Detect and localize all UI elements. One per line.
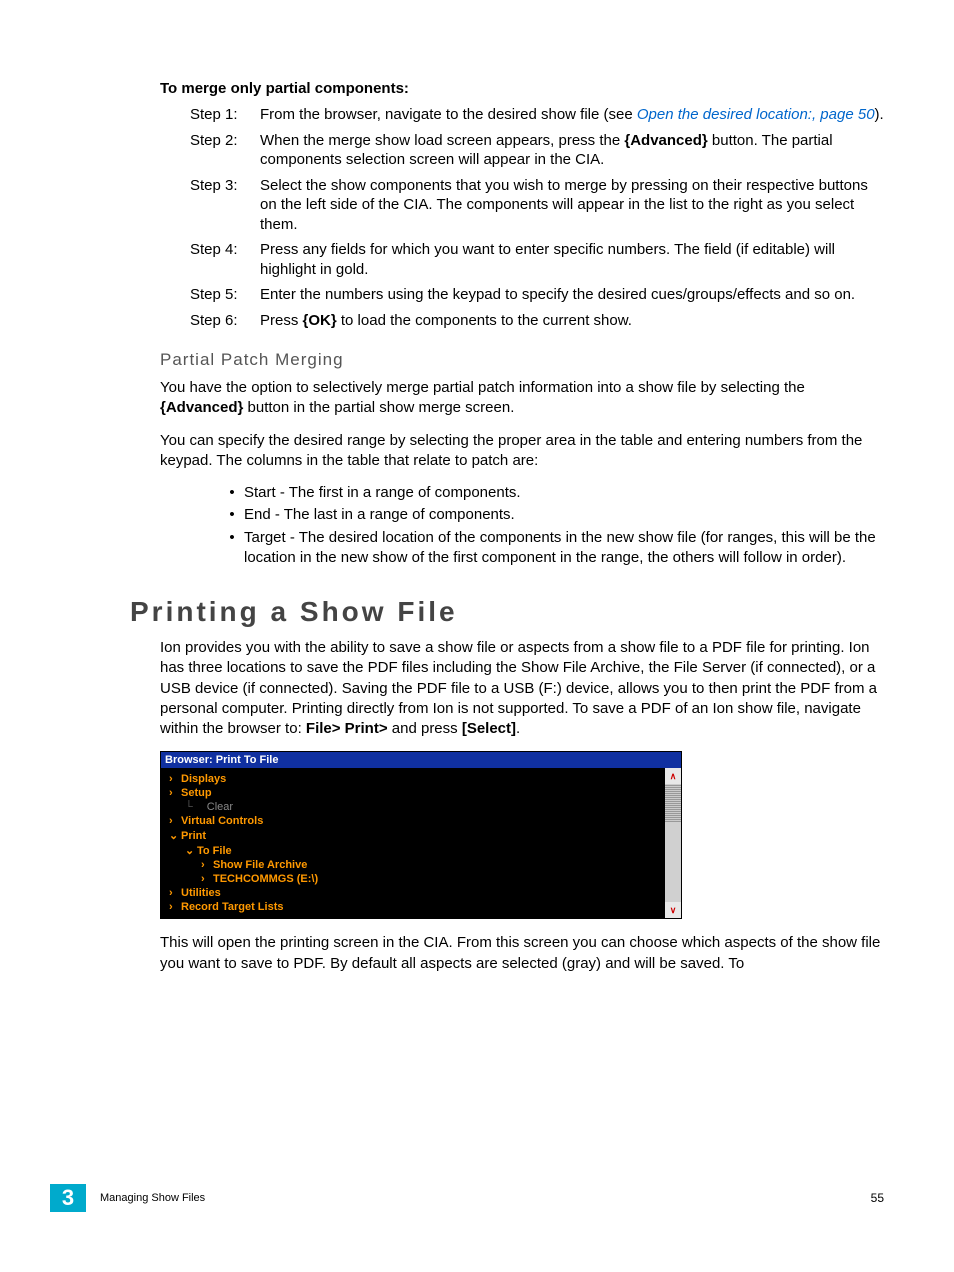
- footer-chapter-title: Managing Show Files: [100, 1192, 871, 1204]
- chevron-right-icon: ›: [169, 901, 179, 913]
- step-text-post: ).: [875, 106, 884, 123]
- tree-item-label: TECHCOMMGS (E:\): [213, 873, 318, 885]
- paragraph: This will open the printing screen in th…: [160, 933, 884, 974]
- tree-item-label: Setup: [181, 787, 212, 799]
- step-row: Step 6: Press {OK} to load the component…: [190, 311, 884, 331]
- tree-item-label: Virtual Controls: [181, 815, 263, 827]
- browser-title: Browser: Print To File: [161, 752, 681, 768]
- tree-item-label: Print: [181, 830, 206, 842]
- list-item: • End - The last in a range of component…: [220, 505, 884, 525]
- step-text-pre: Press: [260, 312, 303, 329]
- bullet-text: Start - The first in a range of componen…: [244, 483, 884, 503]
- step-text-pre: From the browser, navigate to the desire…: [260, 106, 637, 123]
- tree-item-label: Displays: [181, 773, 226, 785]
- step-label: Step 4:: [190, 240, 260, 279]
- step-text: From the browser, navigate to the desire…: [260, 105, 884, 125]
- tree-item-label: Show File Archive: [213, 859, 307, 871]
- step-label: Step 6:: [190, 311, 260, 331]
- bullet-list: • Start - The first in a range of compon…: [220, 483, 884, 568]
- step-row: Step 5: Enter the numbers using the keyp…: [190, 285, 884, 305]
- scroll-thumb[interactable]: [665, 784, 681, 822]
- tree-item-label: To File: [197, 845, 232, 857]
- step-text: When the merge show load screen appears,…: [260, 131, 884, 170]
- step-label: Step 2:: [190, 131, 260, 170]
- bullet-text: Target - The desired location of the com…: [244, 528, 884, 569]
- chevron-down-icon: ⌄: [169, 829, 179, 842]
- bullet-icon: •: [220, 528, 244, 569]
- tree-item-label: Utilities: [181, 887, 221, 899]
- step-row: Step 1: From the browser, navigate to th…: [190, 105, 884, 125]
- step-text: Press {OK} to load the components to the…: [260, 311, 884, 331]
- para-text: .: [516, 720, 520, 737]
- step-text: Press any fields for which you want to e…: [260, 240, 884, 279]
- list-item: • Target - The desired location of the c…: [220, 528, 884, 569]
- step-text-bold: {OK}: [303, 312, 337, 329]
- para-text: and press: [388, 720, 462, 737]
- chevron-right-icon: ›: [169, 773, 179, 785]
- tree-item[interactable]: ›Show File Archive: [165, 858, 665, 872]
- bullet-icon: •: [220, 483, 244, 503]
- chevron-right-icon: ›: [169, 787, 179, 799]
- paragraph: You can specify the desired range by sel…: [160, 431, 884, 472]
- tree-item[interactable]: ⌄Print: [165, 828, 665, 843]
- paragraph: You have the option to selectively merge…: [160, 378, 884, 419]
- page-footer: 3 Managing Show Files 55: [50, 1184, 884, 1212]
- scrollbar[interactable]: ∧ ∨: [665, 768, 681, 918]
- partial-patch-heading: Partial Patch Merging: [160, 350, 884, 370]
- chevron-right-icon: ›: [201, 873, 211, 885]
- tree-item[interactable]: ›Setup: [165, 786, 665, 800]
- chevron-down-icon: ⌄: [185, 844, 195, 857]
- step-label: Step 1:: [190, 105, 260, 125]
- tree-item[interactable]: ⌄To File: [165, 843, 665, 858]
- tree-item[interactable]: ›Utilities: [165, 886, 665, 900]
- step-text-post: to load the components to the current sh…: [337, 312, 632, 329]
- cross-reference-link[interactable]: Open the desired location:, page 50: [637, 106, 875, 123]
- list-item: • Start - The first in a range of compon…: [220, 483, 884, 503]
- step-row: Step 3: Select the show components that …: [190, 176, 884, 235]
- chevron-right-icon: ›: [201, 859, 211, 871]
- tree-item[interactable]: ›Displays: [165, 772, 665, 786]
- para-bold: {Advanced}: [160, 399, 243, 416]
- chapter-number-tab: 3: [50, 1184, 86, 1212]
- step-label: Step 5:: [190, 285, 260, 305]
- tree-item-label: Clear: [207, 801, 233, 813]
- tree-item[interactable]: ›TECHCOMMGS (E:\): [165, 872, 665, 886]
- paragraph: Ion provides you with the ability to sav…: [160, 638, 884, 739]
- para-bold: [Select]: [462, 720, 516, 737]
- steps-list: Step 1: From the browser, navigate to th…: [190, 105, 884, 330]
- browser-tree: ›Displays›Setup└Clear›Virtual Controls⌄P…: [161, 768, 665, 918]
- step-text: Enter the numbers using the keypad to sp…: [260, 285, 884, 305]
- step-text-bold: {Advanced}: [624, 132, 707, 149]
- bullet-icon: •: [220, 505, 244, 525]
- tree-item[interactable]: ›Virtual Controls: [165, 814, 665, 828]
- step-text: Select the show components that you wish…: [260, 176, 884, 235]
- step-row: Step 2: When the merge show load screen …: [190, 131, 884, 170]
- step-row: Step 4: Press any fields for which you w…: [190, 240, 884, 279]
- bullet-text: End - The last in a range of components.: [244, 505, 884, 525]
- browser-screenshot: Browser: Print To File ›Displays›Setup└C…: [160, 751, 682, 919]
- chevron-right-icon: ›: [169, 815, 179, 827]
- tree-item[interactable]: └Clear: [165, 800, 665, 814]
- scroll-up-button[interactable]: ∧: [665, 768, 681, 784]
- para-text: button in the partial show merge screen.: [243, 399, 514, 416]
- step-text-pre: When the merge show load screen appears,…: [260, 132, 624, 149]
- scroll-down-button[interactable]: ∨: [665, 902, 681, 918]
- merge-heading: To merge only partial components:: [160, 80, 884, 97]
- para-text: You have the option to selectively merge…: [160, 379, 805, 396]
- page-number: 55: [871, 1191, 884, 1205]
- tree-item-label: Record Target Lists: [181, 901, 284, 913]
- chevron-right-icon: ›: [169, 887, 179, 899]
- para-bold: File> Print>: [306, 720, 388, 737]
- tree-item[interactable]: ›Record Target Lists: [165, 900, 665, 914]
- step-label: Step 3:: [190, 176, 260, 235]
- printing-heading: Printing a Show File: [130, 596, 884, 628]
